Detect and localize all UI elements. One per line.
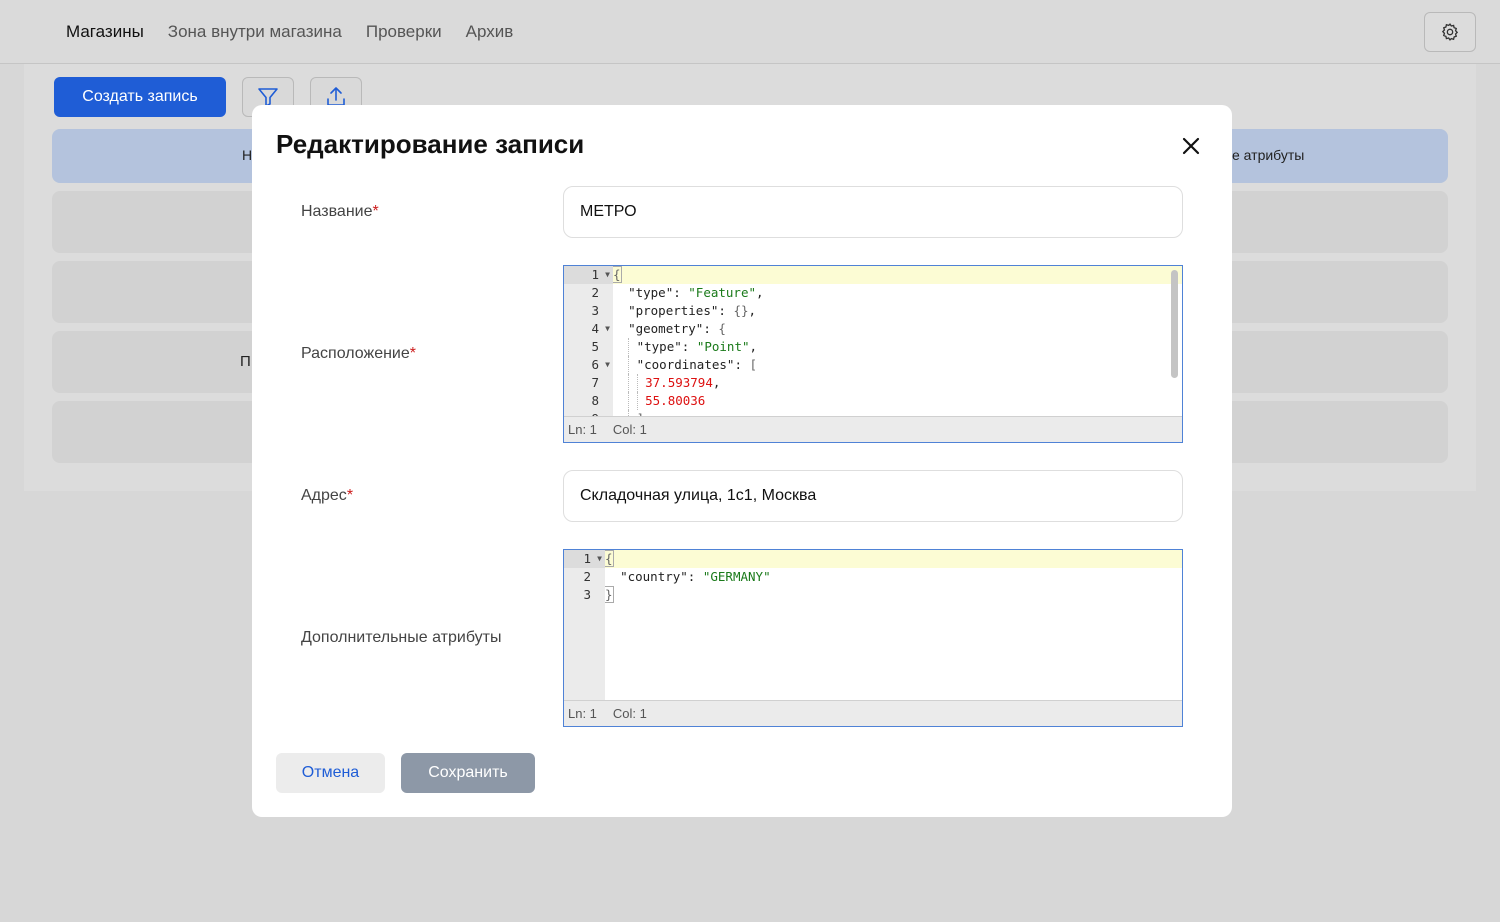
code-line: 55.80036	[613, 392, 1182, 410]
table-cell: П	[240, 353, 251, 370]
extra-attributes-json-editor[interactable]: 1 ▼ 2 3 { "country": "GERMANY" } Ln: 1 Co…	[563, 549, 1183, 727]
line-number: 1 ▼	[564, 550, 605, 568]
line-number: 1 ▼	[564, 266, 613, 284]
line-number-gutter: 1 ▼ 2 3	[564, 550, 605, 700]
address-label-text: Адрес	[301, 487, 347, 504]
line-number: 7	[591, 375, 599, 390]
line-number: 5	[591, 339, 599, 354]
location-label-text: Расположение	[301, 345, 410, 362]
code-line: "coordinates": [	[613, 356, 1182, 374]
nav-item-store-zone[interactable]: Зона внутри магазина	[168, 22, 342, 42]
top-nav: Магазины Зона внутри магазина Проверки А…	[66, 0, 513, 64]
required-mark: *	[409, 345, 416, 362]
close-icon	[1182, 137, 1200, 155]
edit-record-dialog: Редактирование записи Название* Располож…	[252, 105, 1232, 817]
code-line: "properties": {},	[628, 303, 757, 318]
address-input[interactable]	[563, 470, 1183, 522]
cursor-column: Col: 1	[612, 422, 647, 437]
line-number: 2	[583, 569, 591, 584]
name-label: Название*	[301, 203, 379, 221]
editor-scrollbar[interactable]	[1171, 270, 1178, 378]
code-line: "type": "Feature",	[628, 285, 764, 300]
line-number-gutter: 1▼ 2 3 4▼ 5 6▼ 7 8 9	[564, 266, 613, 426]
close-button[interactable]	[1176, 131, 1206, 161]
code-line: }	[605, 586, 614, 603]
code-line: "type": "Point",	[613, 338, 1182, 356]
editor-status-bar: Ln: 1 Col: 1	[564, 416, 1182, 442]
top-bar: Магазины Зона внутри магазина Проверки А…	[0, 0, 1500, 64]
extra-attributes-label: Дополнительные атрибуты	[301, 629, 501, 647]
location-label: Расположение*	[301, 345, 416, 363]
cursor-line: Ln: 1	[568, 422, 597, 437]
line-number: 2	[591, 285, 599, 300]
cancel-button[interactable]: Отмена	[276, 753, 385, 793]
line-number: 4 ▼	[591, 321, 610, 336]
nav-item-stores[interactable]: Магазины	[66, 22, 144, 42]
line-number: 8	[591, 393, 599, 408]
nav-item-archive[interactable]: Архив	[466, 22, 514, 42]
code-line: {	[605, 550, 1182, 568]
save-button[interactable]: Сохранить	[401, 753, 535, 793]
editor-status-bar: Ln: 1 Col: 1	[564, 700, 1182, 726]
code-line: {	[613, 266, 1182, 284]
location-json-editor[interactable]: 1▼ 2 3 4▼ 5 6▼ 7 8 9 { "type": "Feature"…	[563, 265, 1183, 443]
code-line: 37.593794,	[613, 374, 1182, 392]
dialog-title: Редактирование записи	[276, 129, 585, 159]
line-number: 6 ▼	[591, 357, 610, 372]
code-line: "country": "GERMANY"	[620, 569, 771, 584]
name-input[interactable]	[563, 186, 1183, 238]
settings-button[interactable]	[1424, 12, 1476, 52]
address-label: Адрес*	[301, 487, 353, 505]
cursor-column: Col: 1	[612, 706, 647, 721]
cursor-line: Ln: 1	[568, 706, 597, 721]
table-header-extra-attributes: е атрибуты	[1232, 147, 1305, 163]
code-area[interactable]: { "type": "Feature", "properties": {}, "…	[613, 266, 1182, 416]
gear-icon	[1441, 23, 1459, 41]
line-number: 3	[583, 587, 591, 602]
required-mark: *	[346, 487, 354, 504]
code-line: "geometry": {	[628, 321, 726, 336]
code-area[interactable]: { "country": "GERMANY" }	[605, 550, 1182, 700]
create-record-button[interactable]: Создать запись	[54, 77, 226, 117]
nav-item-inspections[interactable]: Проверки	[366, 22, 442, 42]
extra-attributes-label-text: Дополнительные атрибуты	[301, 629, 502, 646]
name-label-text: Название	[301, 203, 373, 220]
table-header-name: Н	[242, 147, 253, 163]
required-mark: *	[372, 203, 379, 220]
line-number: 3	[591, 303, 599, 318]
